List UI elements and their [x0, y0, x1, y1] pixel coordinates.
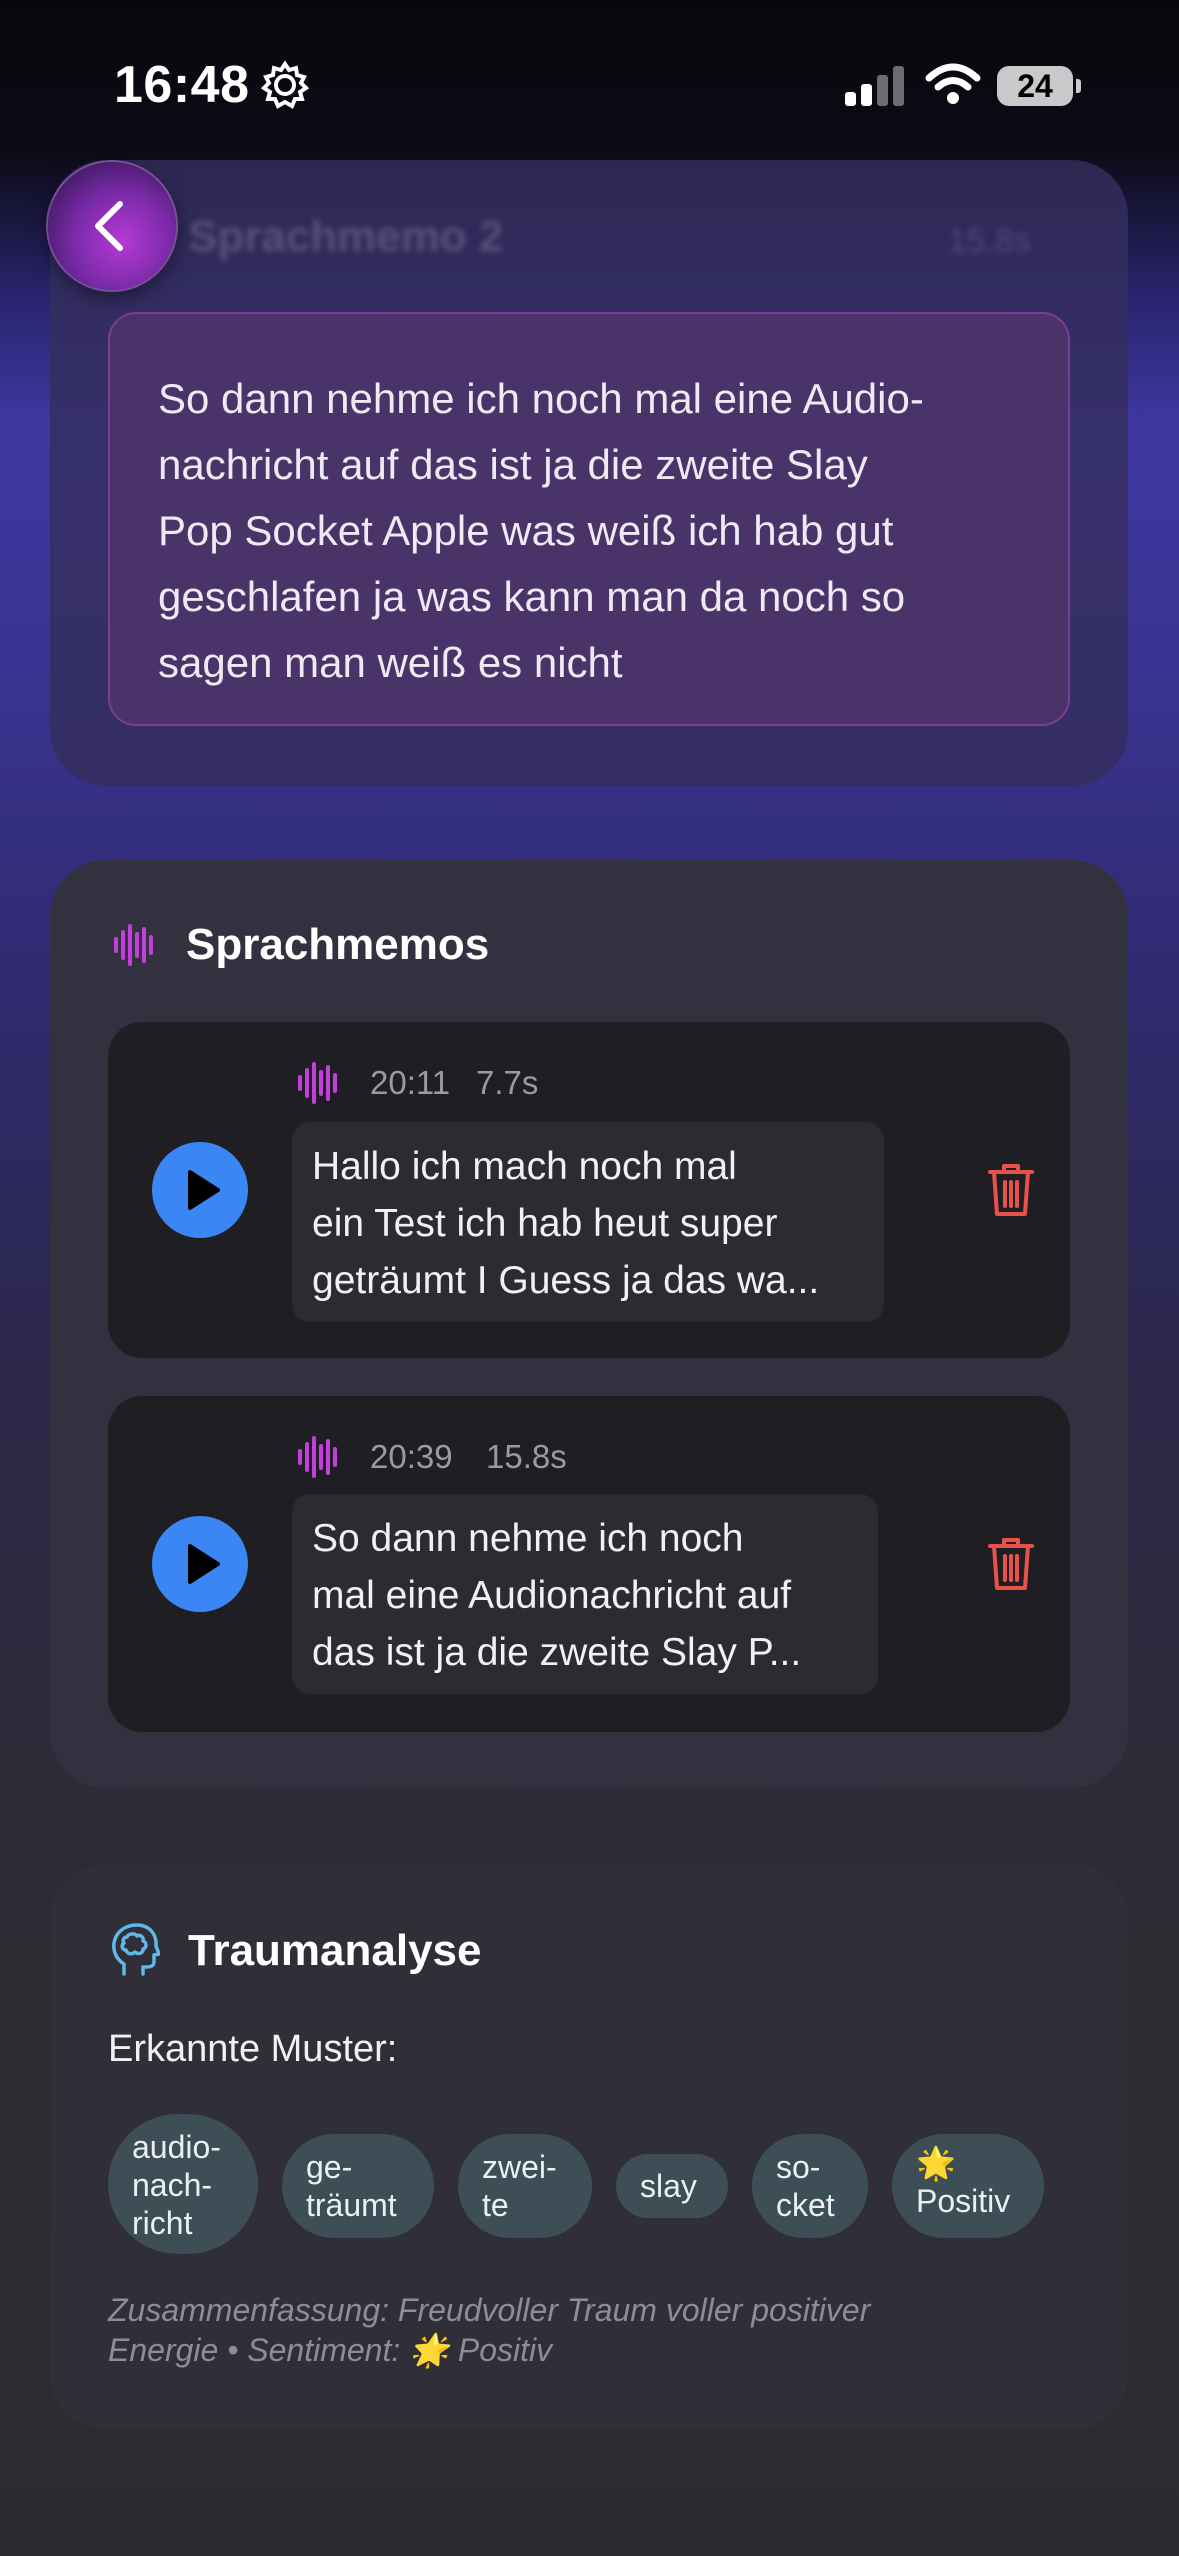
pattern-chip[interactable]: so- cket: [752, 2134, 868, 2238]
nav-duration: 15.8s: [948, 222, 1032, 260]
summary-line: Energie • Sentiment: 🌟 Positiv: [108, 2332, 553, 2368]
memo-text-line: Hallo ich mach noch mal: [312, 1145, 737, 1188]
memo-text-box: So dann nehme ich noch mal eine Audionac…: [292, 1494, 878, 1694]
memo-text-line: das ist ja die zweite Slay P...: [312, 1631, 802, 1674]
chip-text: te: [482, 2187, 509, 2223]
chip-text: 🌟: [916, 2145, 956, 2181]
status-time: 16:48: [114, 56, 250, 114]
memo-text-line: So dann nehme ich noch: [312, 1517, 744, 1560]
chip-text: audio-: [132, 2129, 221, 2165]
chevron-left-icon: [95, 201, 123, 251]
play-icon: [188, 1544, 220, 1584]
transcript-line: Pop Socket Apple was weiß ich hab gut: [158, 507, 894, 554]
waveform-icon: [114, 924, 153, 966]
play-icon: [188, 1170, 220, 1210]
analysis-title: Traumanalyse: [188, 1926, 482, 1975]
memo-duration: 15.8s: [486, 1438, 567, 1475]
transcript-line: geschlafen ja was kann man da noch so: [158, 573, 906, 620]
memo-text-line: geträumt I Guess ja das wa...: [312, 1259, 820, 1302]
chip-text: zwei-: [482, 2149, 557, 2185]
pattern-chip[interactable]: 🌟 Positiv: [892, 2134, 1044, 2238]
chip-text: slay: [640, 2168, 697, 2204]
pattern-chip[interactable]: slay: [616, 2154, 728, 2218]
play-button[interactable]: [152, 1142, 248, 1238]
chip-text: nach-: [132, 2167, 213, 2203]
gear-icon: [260, 60, 310, 109]
voice-memos-title: Sprachmemos: [186, 920, 490, 969]
back-button[interactable]: [48, 162, 176, 290]
wifi-icon: [925, 63, 981, 104]
analysis-summary: Zusammenfassung: Freudvoller Traum volle…: [108, 2290, 1068, 2370]
transcript-line: So dann nehme ich noch mal eine Audio-: [158, 375, 924, 422]
pattern-chip[interactable]: zwei- te: [458, 2134, 592, 2238]
battery-icon: 24: [997, 66, 1073, 106]
memo-text-line: ein Test ich hab heut super: [312, 1202, 778, 1245]
battery-tip: [1076, 79, 1081, 93]
pattern-chip[interactable]: audio- nach- richt: [108, 2114, 258, 2254]
summary-line: Zusammenfassung: Freudvoller Traum volle…: [108, 2292, 871, 2328]
chip-text: richt: [132, 2205, 193, 2241]
memo-text-line: mal eine Audionachricht auf: [312, 1574, 792, 1617]
memo-duration: 7.7s: [476, 1064, 539, 1101]
transcript-box: So dann nehme ich noch mal eine Audio- n…: [108, 312, 1070, 726]
chip-text: cket: [776, 2187, 835, 2223]
nav-title: Sprachmemo 2: [188, 212, 504, 261]
waveform-icon: [298, 1436, 337, 1478]
chip-text: Positiv: [916, 2183, 1011, 2219]
transcript-line: sagen man weiß es nicht: [158, 639, 623, 686]
play-button[interactable]: [152, 1516, 248, 1612]
memo-time: 20:11: [370, 1064, 451, 1101]
patterns-label: Erkannte Muster:: [108, 2028, 398, 2070]
memo-time: 20:39: [370, 1438, 453, 1475]
transcript-line: nachricht auf das ist ja die zweite Slay: [158, 441, 868, 488]
trash-icon[interactable]: [986, 1162, 1036, 1218]
trash-icon[interactable]: [986, 1536, 1036, 1592]
waveform-icon: [298, 1062, 337, 1104]
pattern-chip[interactable]: ge- träumt: [282, 2134, 434, 2238]
chip-text: ge-: [306, 2149, 353, 2185]
brain-icon: [112, 1923, 160, 1976]
chip-text: so-: [776, 2149, 821, 2185]
signal-icon: [845, 66, 904, 106]
chip-text: träumt: [306, 2187, 397, 2223]
memo-text-box: Hallo ich mach noch mal ein Test ich hab…: [292, 1122, 884, 1322]
